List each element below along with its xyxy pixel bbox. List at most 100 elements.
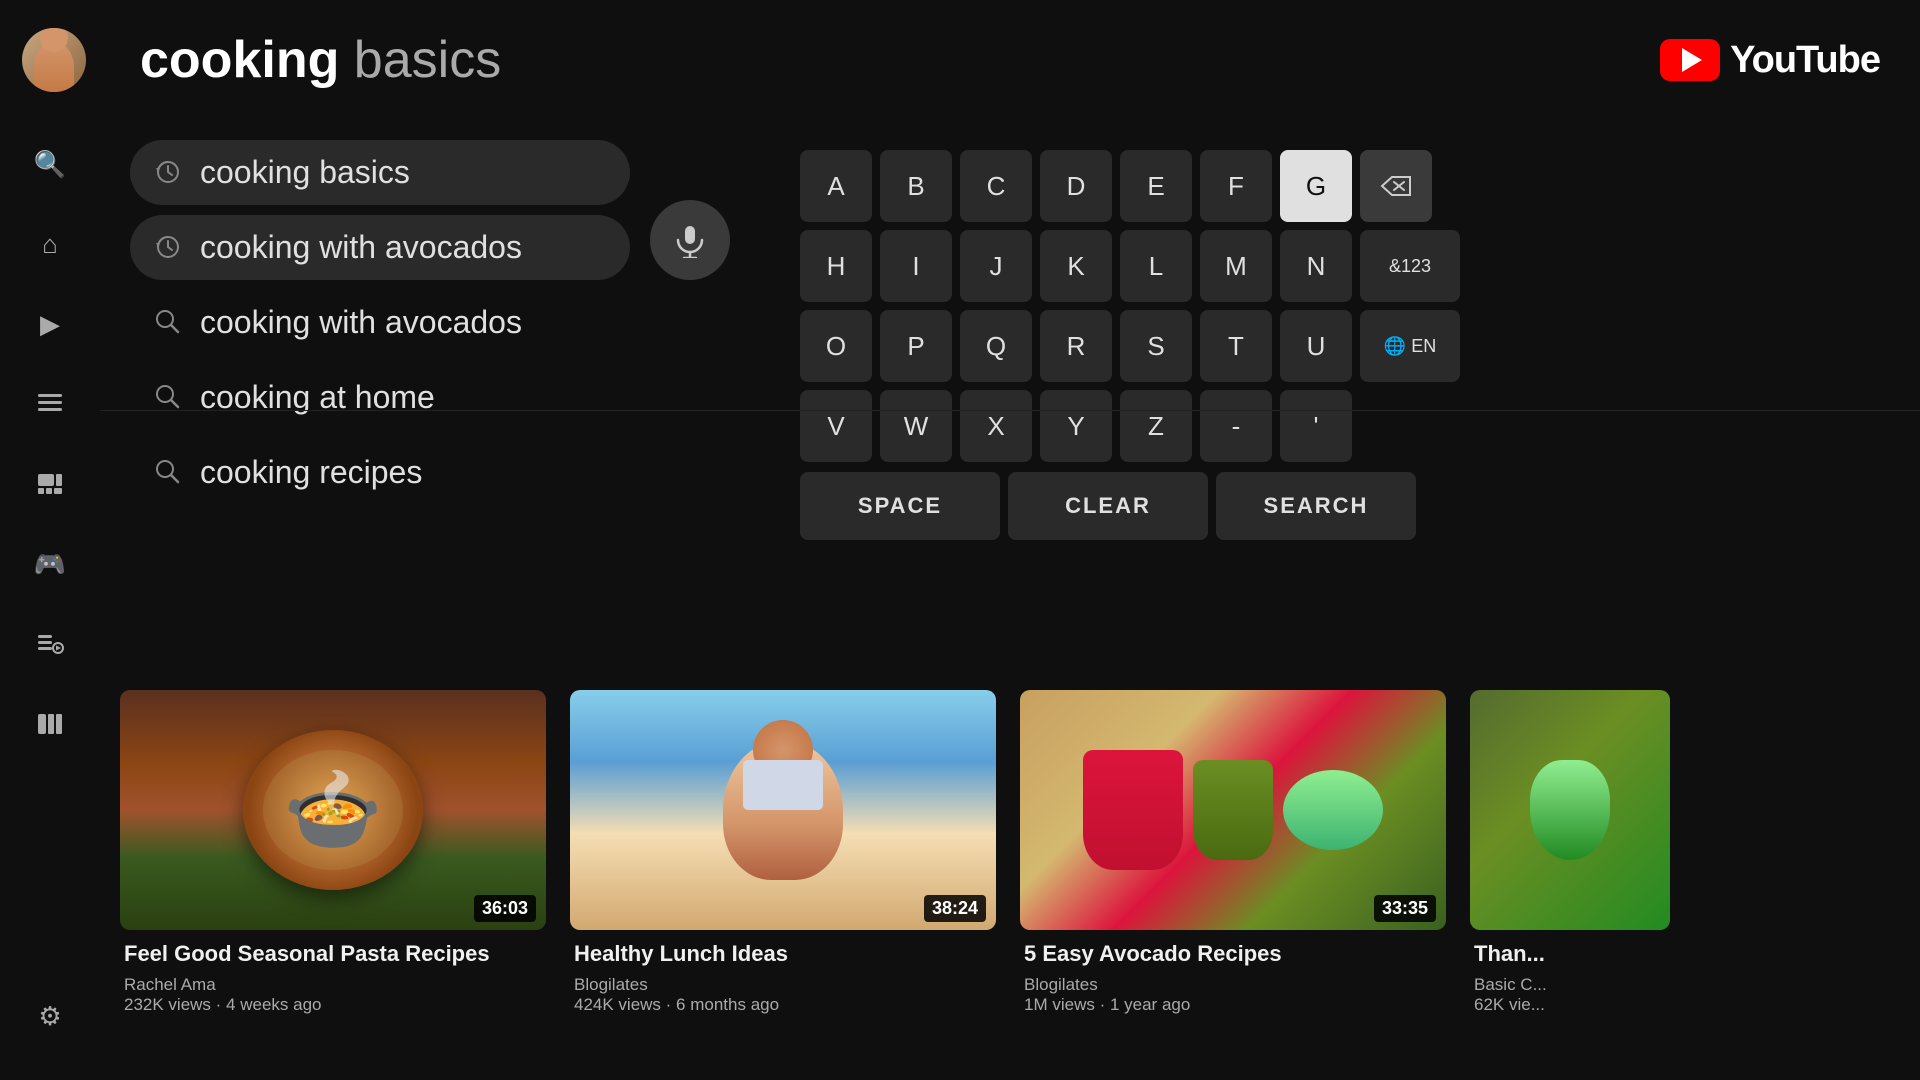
home-icon[interactable]: ⌂	[26, 220, 74, 268]
key-language[interactable]: 🌐 EN	[1360, 310, 1460, 382]
key-g[interactable]: G	[1280, 150, 1352, 222]
key-dash[interactable]: -	[1200, 390, 1272, 462]
video-card[interactable]: 38:24 Healthy Lunch Ideas Blogilates 424…	[570, 690, 996, 1080]
voice-mic-button[interactable]	[650, 200, 730, 280]
key-apostrophe[interactable]: '	[1280, 390, 1352, 462]
youtube-icon[interactable]: ▶	[26, 300, 74, 348]
video-card[interactable]: 36:03 Feel Good Seasonal Pasta Recipes R…	[120, 690, 546, 1080]
youtube-icon-red	[1660, 39, 1720, 81]
key-a[interactable]: A	[800, 150, 872, 222]
key-d[interactable]: D	[1040, 150, 1112, 222]
video-thumbnail: 36:03	[120, 690, 546, 930]
key-w[interactable]: W	[880, 390, 952, 462]
youtube-text: YouTube	[1730, 39, 1880, 82]
video-meta: Basic C... 62K vie...	[1474, 975, 1666, 1015]
subscriptions-icon[interactable]	[26, 460, 74, 508]
suggestion-item[interactable]: cooking at home	[130, 365, 630, 430]
video-info: Than... Basic C... 62K vie...	[1470, 930, 1670, 1015]
video-views: 1M views	[1024, 995, 1095, 1014]
keyboard-row-2: H I J K L M N &123	[800, 230, 1460, 302]
key-numbers[interactable]: &123	[1360, 230, 1460, 302]
suggestion-item[interactable]: cooking recipes	[130, 440, 630, 505]
keyboard-row-3: O P Q R S T U 🌐 EN	[800, 310, 1460, 382]
video-views: 62K vie...	[1474, 995, 1545, 1014]
settings-icon[interactable]: ⚙	[26, 992, 74, 1040]
video-card[interactable]: 33:35 5 Easy Avocado Recipes Blogilates …	[1020, 690, 1446, 1080]
history-icon	[154, 233, 184, 263]
video-channel: Rachel Ama	[124, 975, 216, 994]
video-time: 6 months ago	[676, 995, 779, 1014]
video-channel: Basic C...	[1474, 975, 1547, 994]
key-c[interactable]: C	[960, 150, 1032, 222]
suggestion-item[interactable]: cooking basics	[130, 140, 630, 205]
key-p[interactable]: P	[880, 310, 952, 382]
key-n[interactable]: N	[1280, 230, 1352, 302]
key-s[interactable]: S	[1120, 310, 1192, 382]
video-time: 1 year ago	[1110, 995, 1190, 1014]
video-title: Healthy Lunch Ideas	[574, 940, 992, 969]
avatar	[22, 28, 86, 92]
youtube-logo: YouTube	[1660, 39, 1880, 82]
key-o[interactable]: O	[800, 310, 872, 382]
key-m[interactable]: M	[1200, 230, 1272, 302]
suggestion-item[interactable]: cooking with avocados	[130, 290, 630, 355]
key-i[interactable]: I	[880, 230, 952, 302]
key-u[interactable]: U	[1280, 310, 1352, 382]
videos-section: 36:03 Feel Good Seasonal Pasta Recipes R…	[100, 690, 1920, 1080]
key-k[interactable]: K	[1040, 230, 1112, 302]
key-l[interactable]: L	[1120, 230, 1192, 302]
video-time: 4 weeks ago	[226, 995, 321, 1014]
suggestion-text: cooking with avocados	[200, 229, 522, 266]
video-info: 5 Easy Avocado Recipes Blogilates 1M vie…	[1020, 930, 1446, 1015]
search-key[interactable]: SEARCH	[1216, 472, 1416, 540]
sidebar: 🔍 ⌂ ▶ 🎮 ⚙	[0, 0, 100, 1080]
key-f[interactable]: F	[1200, 150, 1272, 222]
keyboard: A B C D E F G H I J	[800, 150, 1460, 540]
gaming-icon[interactable]: 🎮	[26, 540, 74, 588]
space-key[interactable]: SPACE	[800, 472, 1000, 540]
key-q[interactable]: Q	[960, 310, 1032, 382]
video-title: Feel Good Seasonal Pasta Recipes	[124, 940, 542, 969]
key-e[interactable]: E	[1120, 150, 1192, 222]
key-b[interactable]: B	[880, 150, 952, 222]
clear-key[interactable]: CLEAR	[1008, 472, 1208, 540]
video-meta: Rachel Ama 232K views · 4 weeks ago	[124, 975, 542, 1015]
video-views: 232K views	[124, 995, 211, 1014]
header: cooking basics YouTube	[100, 0, 1920, 120]
video-duration: 33:35	[1374, 895, 1436, 922]
key-r[interactable]: R	[1040, 310, 1112, 382]
search-suggest-icon	[154, 458, 184, 488]
search-suggest-icon	[154, 383, 184, 413]
keyboard-row-4: V W X Y Z - '	[800, 390, 1460, 462]
key-y[interactable]: Y	[1040, 390, 1112, 462]
video-meta: Blogilates 1M views · 1 year ago	[1024, 975, 1442, 1015]
video-views: 424K views	[574, 995, 661, 1014]
queue-icon[interactable]	[26, 620, 74, 668]
search-suggest-icon	[154, 308, 184, 338]
search-icon[interactable]: 🔍	[26, 140, 74, 188]
library-icon[interactable]	[26, 700, 74, 748]
suggestion-item[interactable]: cooking with avocados	[130, 215, 630, 280]
page-title: cooking basics	[140, 30, 501, 90]
video-title: 5 Easy Avocado Recipes	[1024, 940, 1442, 969]
suggestion-text: cooking with avocados	[200, 304, 522, 341]
key-t[interactable]: T	[1200, 310, 1272, 382]
key-h[interactable]: H	[800, 230, 872, 302]
video-title: Than...	[1474, 940, 1666, 969]
chapters-icon[interactable]	[26, 380, 74, 428]
video-thumbnail	[1470, 690, 1670, 930]
video-thumbnail: 33:35	[1020, 690, 1446, 930]
keyboard-row-1: A B C D E F G	[800, 150, 1460, 222]
key-x[interactable]: X	[960, 390, 1032, 462]
key-j[interactable]: J	[960, 230, 1032, 302]
video-info: Feel Good Seasonal Pasta Recipes Rachel …	[120, 930, 546, 1015]
suggestion-text: cooking recipes	[200, 454, 422, 491]
key-z[interactable]: Z	[1120, 390, 1192, 462]
key-v[interactable]: V	[800, 390, 872, 462]
video-duration: 38:24	[924, 895, 986, 922]
video-card[interactable]: Than... Basic C... 62K vie...	[1470, 690, 1670, 1080]
video-channel: Blogilates	[1024, 975, 1098, 994]
video-thumbnail: 38:24	[570, 690, 996, 930]
backspace-key[interactable]	[1360, 150, 1432, 222]
keyboard-bottom-row: SPACE CLEAR SEARCH	[800, 472, 1460, 540]
